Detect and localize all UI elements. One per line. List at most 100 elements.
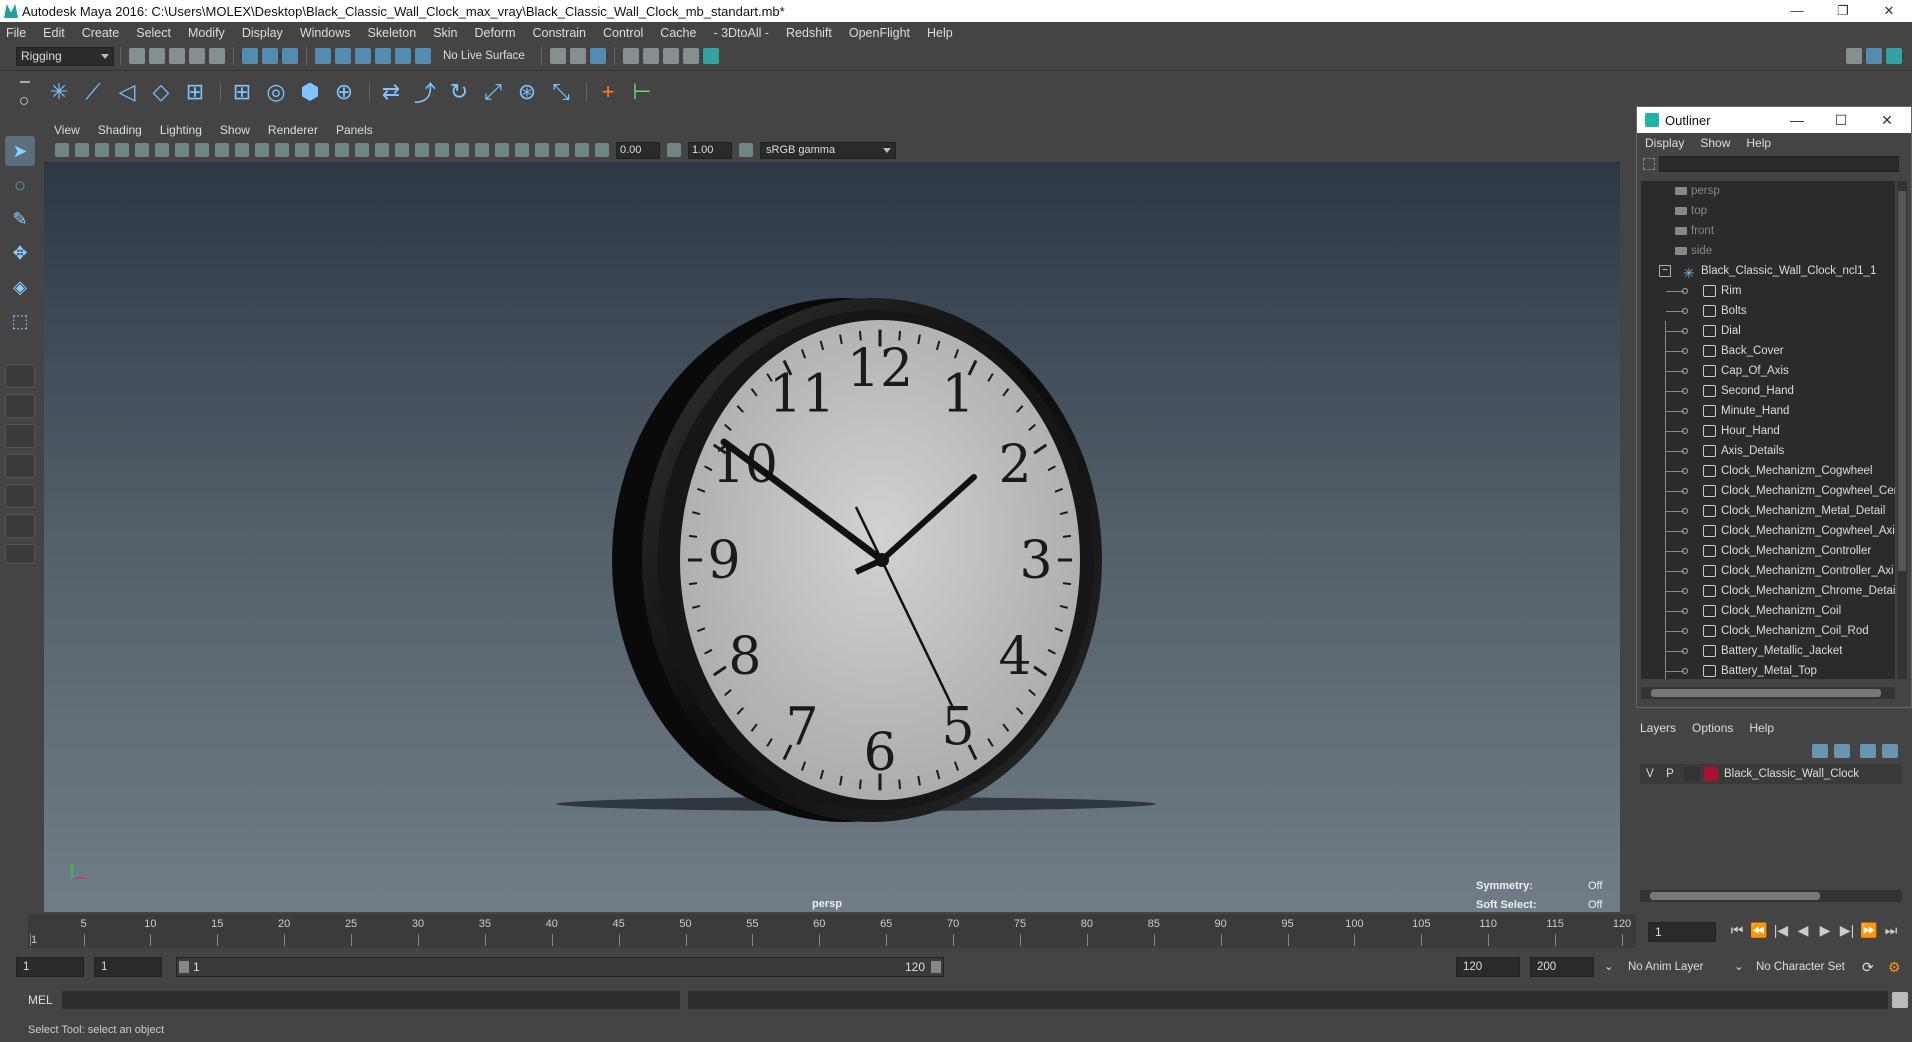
menu-display[interactable]: Display [242,26,283,40]
outliner-item-mesh[interactable]: Cap_Of_Axis [1641,361,1895,381]
exposure-field[interactable]: 0.00 [616,141,660,159]
bookmark-icon[interactable] [95,143,109,157]
safe-action-icon[interactable] [275,143,289,157]
layers-menu-options[interactable]: Options [1692,721,1733,735]
grid-toggle-icon[interactable] [175,143,189,157]
screen-space-ao-icon[interactable] [435,143,449,157]
2d-pan-zoom-icon[interactable] [135,143,149,157]
snap-grid-icon[interactable] [315,48,331,64]
snap-view-icon[interactable] [375,48,391,64]
menuset-dropdown[interactable]: Rigging [16,46,114,66]
xray-joints-icon[interactable] [555,143,569,157]
ik-handle-icon[interactable]: ⟋ [78,77,108,107]
menu-redshift[interactable]: Redshift [786,26,832,40]
restore-button[interactable]: ❐ [1820,0,1866,22]
range-bar[interactable]: 1 120 [176,957,944,977]
outliner-item-front[interactable]: front [1641,221,1895,241]
panel-menu-show[interactable]: Show [220,123,250,137]
menu-modify[interactable]: Modify [188,26,225,40]
animation-end-field[interactable]: 200 [1530,957,1594,977]
redo-icon[interactable] [209,48,225,64]
go-to-end-button[interactable]: ⏭ [1880,922,1902,939]
resolution-gate-icon[interactable] [215,143,229,157]
smooth-shade-icon[interactable] [335,143,349,157]
construction-history-icon[interactable] [569,48,586,64]
shelf-options-icon[interactable] [20,75,30,115]
menu-cache[interactable]: Cache [660,26,696,40]
layer-color-swatch[interactable] [1704,767,1718,781]
move-layer-down-icon[interactable] [1834,744,1850,758]
outliner-item-mesh[interactable]: Clock_Mechanizm_Controller_Axi [1641,561,1895,581]
outliner-item-mesh[interactable]: Battery_Metal_Top [1641,661,1895,679]
outliner-item-mesh[interactable]: Hour_Hand [1641,421,1895,441]
open-scene-icon[interactable] [149,48,165,64]
play-backwards-button[interactable]: ◀ [1792,922,1814,939]
orient-constraint-icon[interactable]: ↻ [444,77,474,107]
minimize-button[interactable]: — [1774,0,1820,22]
lattice-icon[interactable]: ⊞ [227,77,257,107]
panel-menu-shading[interactable]: Shading [98,123,142,137]
aim-constraint-icon[interactable]: ⤴ [410,77,440,107]
tool-settings-toggle-icon[interactable] [1866,48,1882,64]
color-management-icon[interactable] [739,143,753,157]
grease-pencil-icon[interactable] [155,143,169,157]
outliner-item-mesh[interactable]: Clock_Mechanizm_Cogwheel_Cer [1641,481,1895,501]
filter-icon[interactable] [1643,158,1655,170]
select-object-icon[interactable] [262,48,278,64]
snap-surface-icon[interactable] [395,48,411,64]
new-scene-icon[interactable] [129,48,145,64]
magnet-icon[interactable] [415,48,431,64]
gamma-icon[interactable] [667,143,681,157]
panel-menu-lighting[interactable]: Lighting [160,123,202,137]
outliner-item-mesh[interactable]: Clock_Mechanizm_Coil_Rod [1641,621,1895,641]
collapse-icon[interactable]: − [1659,265,1671,277]
input-ops-icon[interactable] [549,48,566,64]
layer-visibility-toggle[interactable]: V [1640,768,1660,780]
outliner-item-mesh[interactable]: Second_Hand [1641,381,1895,401]
outliner-vertical-scrollbar[interactable] [1897,181,1907,679]
anim-layer-dropdown[interactable]: No Anim Layer [1628,957,1703,977]
animation-start-field[interactable]: 1 [16,957,84,977]
menu-openflight[interactable]: OpenFlight [849,26,910,40]
script-editor-icon[interactable] [1892,992,1908,1008]
menu-constrain[interactable]: Constrain [533,26,587,40]
step-forward-frame-button[interactable]: ▶| [1836,922,1858,939]
outliner-menu-show[interactable]: Show [1700,136,1730,150]
move-layer-up-icon[interactable] [1812,744,1828,758]
outliner-item-mesh[interactable]: Back_Cover [1641,341,1895,361]
ik-spline-icon[interactable]: ◁ [112,77,142,107]
select-hierarchy-icon[interactable] [242,48,258,64]
menu-windows[interactable]: Windows [300,26,351,40]
live-surface-label[interactable]: No Live Surface [443,50,525,62]
depth-of-field-icon[interactable] [495,143,509,157]
outliner-item-mesh[interactable]: Clock_Mechanizm_Metal_Detail [1641,501,1895,521]
undo-icon[interactable] [189,48,205,64]
range-end-handle[interactable] [931,961,941,973]
hypershade-icon[interactable] [702,48,719,64]
locator-icon[interactable]: + [593,77,623,107]
outliner-item-top[interactable]: top [1641,201,1895,221]
field-chart-icon[interactable] [255,143,269,157]
motion-blur-icon[interactable] [455,143,469,157]
paint-select-tool-icon[interactable]: ✎ [5,204,35,234]
new-layer-selected-icon[interactable] [1882,744,1898,758]
render-globals-icon[interactable] [682,48,699,64]
scrollbar-thumb[interactable] [1650,892,1820,900]
exposure-icon[interactable] [595,143,609,157]
play-forwards-button[interactable]: ▶ [1814,922,1836,939]
render-frame-icon[interactable] [642,48,659,64]
save-scene-icon[interactable] [169,48,185,64]
3d-viewport[interactable]: 12 1 2 3 4 5 6 7 8 9 10 11 Symmetry: Off Soft Selec… [44,162,1620,912]
outliner-close-button[interactable]: ✕ [1867,107,1907,133]
four-view-layout-icon[interactable] [5,394,35,418]
gate-mask-icon[interactable] [235,143,249,157]
render-settings-icon[interactable] [589,48,606,64]
layers-horizontal-scrollbar[interactable] [1640,890,1902,902]
outliner-maximize-button[interactable]: ☐ [1821,107,1861,133]
outliner-item-mesh[interactable]: Clock_Mechanizm_Coil [1641,601,1895,621]
menu-3dtoall[interactable]: - 3DtoAll - [713,26,769,40]
character-set-dropdown[interactable]: No Character Set [1756,957,1845,977]
menu-help[interactable]: Help [927,26,953,40]
layers-menu-help[interactable]: Help [1749,721,1774,735]
outliner-item-mesh[interactable]: Clock_Mechanizm_Cogwheel [1641,461,1895,481]
